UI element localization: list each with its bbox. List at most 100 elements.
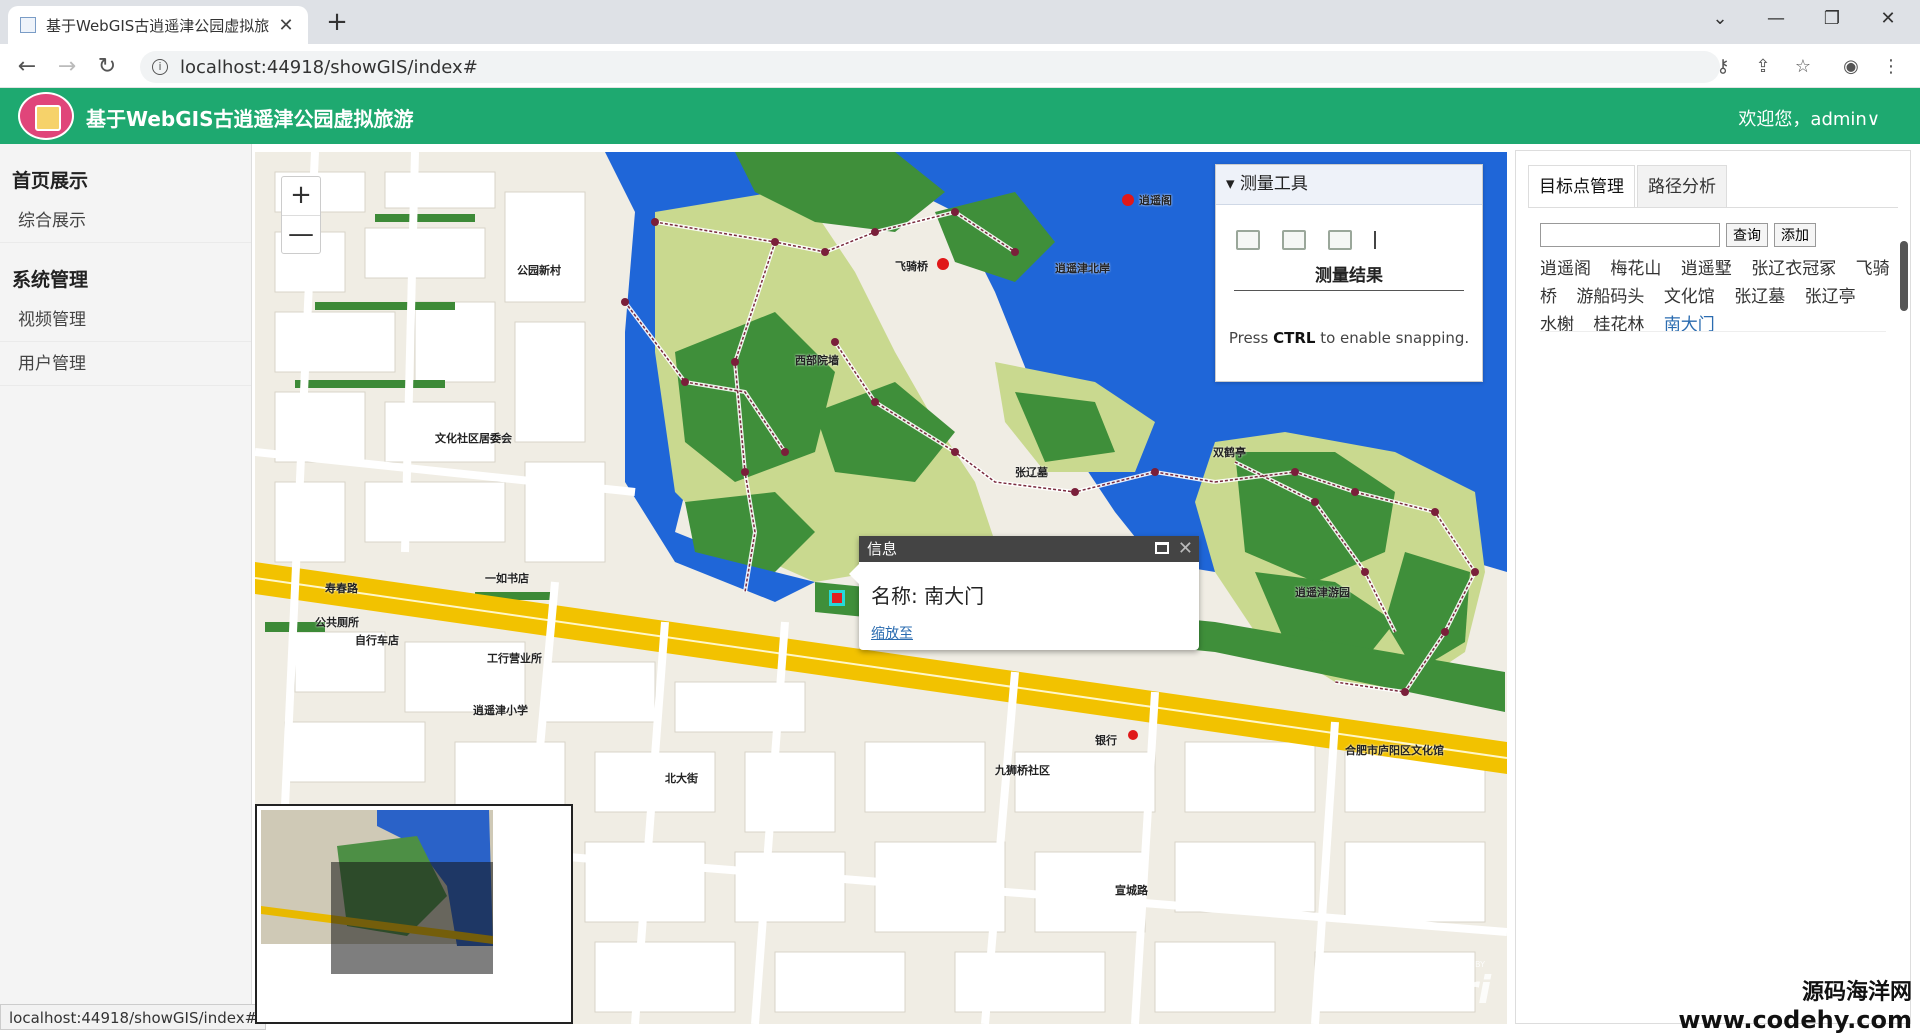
status-bar-url: localhost:44918/showGIS/index#: [0, 1004, 267, 1030]
left-sidebar: 首页展示 综合展示 系统管理 视频管理 用户管理: [0, 144, 252, 1030]
map-label: 宣城路: [1115, 884, 1148, 897]
map-label: 公园新村: [517, 264, 561, 277]
place-item[interactable]: 张辽衣冠冢: [1751, 259, 1836, 279]
popup-close-icon[interactable]: ✕: [1178, 536, 1193, 562]
right-panel-tabs: 目标点管理 路径分析: [1528, 165, 1729, 207]
place-item[interactable]: 游船码头: [1576, 287, 1644, 307]
minimize-button[interactable]: —: [1748, 0, 1804, 38]
list-divider: [1540, 331, 1886, 332]
map-label: 逍遥阁: [1139, 194, 1172, 207]
measure-area-icon[interactable]: [1236, 230, 1260, 250]
measure-tool-buttons: [1216, 205, 1482, 259]
map-label: 逍遥津北岸: [1055, 262, 1110, 275]
query-button[interactable]: 查询: [1726, 223, 1768, 247]
selected-location-marker[interactable]: [829, 590, 845, 606]
tab-target-points[interactable]: 目标点管理: [1528, 165, 1635, 207]
address-bar-row: ← → ↻ i localhost:44918/showGIS/index# ⚷…: [0, 44, 1920, 88]
place-item[interactable]: 文化馆: [1664, 287, 1715, 307]
map-label: 合肥市庐阳区文化馆: [1345, 744, 1444, 757]
app-header: 基于WebGIS古逍遥津公园虚拟旅游 欢迎您，admin∨: [0, 88, 1920, 144]
point-search-input[interactable]: [1540, 223, 1720, 247]
place-item[interactable]: 张辽墓: [1734, 287, 1785, 307]
user-menu[interactable]: 欢迎您，admin∨: [1738, 105, 1880, 131]
watermark-line-1: 源码海洋网: [1801, 980, 1912, 1005]
zoom-control: + —: [281, 176, 321, 254]
map-label: 自行车店: [355, 634, 399, 647]
sidebar-group-home[interactable]: 首页展示: [0, 144, 251, 199]
restore-button[interactable]: ❐: [1804, 0, 1860, 38]
place-list: 逍遥阁 梅花山 逍遥墅 张辽衣冠冢 飞骑桥 游船码头 文化馆 张辽墓 张辽亭 水…: [1540, 255, 1892, 339]
right-panel: 目标点管理 路径分析 查询 添加 逍遥阁 梅花山 逍遥墅 张辽衣冠冢 飞骑桥 游…: [1515, 150, 1911, 1024]
zoom-out-button[interactable]: —: [282, 215, 320, 253]
map-label: 寿春路: [325, 582, 358, 595]
tabs-divider: [1528, 207, 1898, 208]
map-label: 文化社区居委会: [435, 432, 512, 445]
popup-header: 信息 ✕: [859, 536, 1199, 562]
url-text[interactable]: localhost:44918/showGIS/index#: [180, 57, 478, 78]
info-popup: 信息 ✕ 名称: 南大门 缩放至: [849, 536, 1199, 650]
sidebar-item-users[interactable]: 用户管理: [0, 342, 251, 386]
esri-logo: POWERED BY esri: [1410, 960, 1491, 1012]
sidebar-item-overview[interactable]: 综合展示: [0, 199, 251, 243]
snapping-hint: Press CTRL to enable snapping.: [1228, 329, 1470, 347]
close-window-button[interactable]: ✕: [1860, 0, 1916, 38]
app-title: 基于WebGIS古逍遥津公园虚拟旅游: [86, 107, 414, 131]
measure-distance-icon[interactable]: [1282, 230, 1306, 250]
app-logo-icon: [18, 92, 74, 140]
measure-location-icon[interactable]: [1328, 230, 1352, 250]
browser-tab[interactable]: 基于WebGIS古逍遥津公园虚拟旅 ✕: [8, 6, 308, 44]
share-icon[interactable]: ⇪: [1750, 54, 1776, 80]
panel-scrollbar[interactable]: [1900, 241, 1908, 311]
tab-search-chevron-icon[interactable]: ⌄: [1692, 0, 1748, 38]
browser-menu-icon[interactable]: ⋮: [1878, 54, 1904, 80]
map-label: 张辽墓: [1015, 466, 1048, 479]
map-label: 银行: [1095, 734, 1117, 747]
map-label: 北大街: [665, 772, 698, 785]
zoom-in-button[interactable]: +: [282, 177, 320, 215]
reload-icon[interactable]: ↻: [92, 52, 122, 82]
site-info-icon[interactable]: i: [152, 59, 168, 75]
place-item[interactable]: 南大门: [1664, 315, 1715, 335]
bookmark-star-icon[interactable]: ☆: [1790, 54, 1816, 80]
measure-unit-divider: [1374, 231, 1376, 249]
new-tab-button[interactable]: +: [322, 8, 352, 38]
popup-zoom-to-link[interactable]: 缩放至: [871, 623, 1199, 643]
map-label: 西部院墙: [795, 354, 839, 367]
measure-result-label: 测量结果: [1234, 261, 1464, 291]
map-label: 逍遥津游园: [1295, 586, 1350, 599]
map-label: 飞骑桥: [895, 260, 928, 273]
add-button[interactable]: 添加: [1774, 223, 1816, 247]
sidebar-item-video[interactable]: 视频管理: [0, 298, 251, 342]
url-omnibox[interactable]: i localhost:44918/showGIS/index#: [140, 51, 1720, 83]
place-item[interactable]: 逍遥墅: [1681, 259, 1732, 279]
map-label: 逍遥津小学: [473, 704, 528, 717]
back-arrow-icon[interactable]: ←: [12, 52, 42, 82]
measure-tool-panel: ▾ 测量工具 测量结果 Press CTRL to enable snappin…: [1215, 164, 1483, 382]
tab-route-analysis[interactable]: 路径分析: [1637, 165, 1727, 207]
map-view[interactable]: 公园新村 西部院墙 文化社区居委会 寿春路 北大街 工行营业所 逍遥津小学 张辽…: [255, 152, 1507, 1024]
place-item[interactable]: 梅花山: [1610, 259, 1661, 279]
forward-arrow-icon[interactable]: →: [52, 52, 82, 82]
map-label: 一如书店: [485, 572, 529, 585]
watermark: 源码海洋网 www.codehy.com: [1678, 974, 1912, 1034]
profile-avatar-icon[interactable]: ◉: [1838, 54, 1864, 80]
map-label: 公共厕所: [315, 616, 359, 629]
map-label: 九狮桥社区: [995, 764, 1050, 777]
map-label: 工行营业所: [487, 652, 542, 665]
popup-pointer: [849, 564, 859, 584]
popup-place-name: 名称: 南大门: [871, 584, 985, 608]
measure-tool-title: 测量工具: [1239, 174, 1308, 194]
browser-tabbar: 基于WebGIS古逍遥津公园虚拟旅 ✕ + ⌄ — ❐ ✕: [0, 0, 1920, 44]
place-item[interactable]: 张辽亭: [1805, 287, 1856, 307]
place-item[interactable]: 水榭: [1540, 315, 1574, 335]
overview-map[interactable]: [255, 804, 573, 1024]
measure-tool-header[interactable]: ▾ 测量工具: [1216, 165, 1482, 205]
popup-maximize-icon[interactable]: [1155, 542, 1169, 554]
tab-close-icon[interactable]: ✕: [276, 15, 296, 36]
key-icon[interactable]: ⚷: [1710, 54, 1736, 80]
sidebar-group-system[interactable]: 系统管理: [0, 243, 251, 298]
place-item[interactable]: 逍遥阁: [1540, 259, 1591, 279]
page-favicon-icon: [20, 17, 36, 33]
place-item[interactable]: 桂花林: [1593, 315, 1644, 335]
overview-extent-box[interactable]: [331, 862, 493, 974]
